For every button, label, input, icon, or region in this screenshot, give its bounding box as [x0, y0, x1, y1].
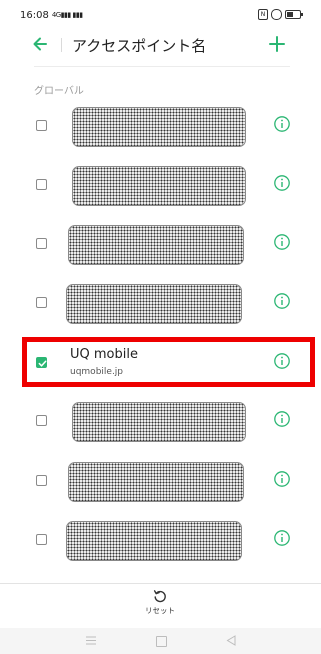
header-divider — [61, 38, 62, 52]
apn-checkbox[interactable] — [36, 415, 47, 426]
apn-checkbox[interactable] — [36, 179, 47, 190]
info-icon[interactable] — [273, 174, 291, 192]
redacted-apn-name — [72, 107, 246, 147]
info-icon[interactable] — [273, 529, 291, 547]
signal-icon: 4G▮▮▮ ▮▮▮ — [51, 11, 83, 19]
apn-row[interactable] — [22, 222, 312, 268]
page-title: アクセスポイント名 — [72, 37, 207, 55]
apn-checkbox[interactable] — [36, 534, 47, 545]
redacted-apn-name — [66, 284, 242, 324]
reset-icon — [153, 590, 166, 603]
apn-row[interactable] — [22, 104, 312, 150]
nav-back-icon[interactable] — [226, 635, 236, 646]
battery-icon — [285, 10, 303, 19]
redacted-apn-name — [72, 402, 246, 442]
apn-checkbox[interactable] — [36, 238, 47, 249]
info-icon[interactable] — [273, 292, 291, 310]
apn-row[interactable] — [22, 459, 312, 505]
info-icon[interactable] — [273, 233, 291, 251]
apn-row[interactable] — [22, 399, 312, 445]
app-header: アクセスポイント名 — [0, 28, 321, 66]
status-right: N — [258, 9, 303, 20]
home-icon[interactable] — [156, 636, 167, 647]
highlight-box — [22, 337, 315, 387]
info-icon[interactable] — [273, 410, 291, 428]
redacted-apn-name — [72, 166, 246, 206]
reset-label: リセット — [145, 606, 175, 615]
apn-checkbox[interactable] — [36, 475, 47, 486]
arrow-left-icon[interactable] — [30, 34, 50, 54]
redacted-apn-name — [68, 225, 244, 265]
apn-checkbox[interactable] — [36, 120, 47, 131]
nfc-icon: N — [258, 9, 268, 20]
apn-checkbox[interactable] — [36, 297, 47, 308]
status-left: 16:08 4G▮▮▮ ▮▮▮ — [20, 10, 83, 21]
apn-row[interactable] — [22, 163, 312, 209]
system-nav-bar — [0, 628, 321, 654]
plus-icon[interactable] — [267, 34, 287, 54]
status-time: 16:08 — [20, 10, 49, 21]
menu-icon[interactable] — [86, 636, 96, 645]
bottom-divider — [0, 583, 321, 584]
reset-button[interactable]: リセット — [130, 588, 190, 622]
vibrate-icon — [271, 9, 282, 20]
header-divider-line — [34, 66, 290, 67]
status-bar: 16:08 4G▮▮▮ ▮▮▮ N — [0, 0, 321, 28]
redacted-apn-name — [66, 521, 242, 561]
apn-row[interactable] — [22, 518, 312, 564]
apn-row[interactable] — [22, 281, 312, 327]
info-icon[interactable] — [273, 470, 291, 488]
redacted-apn-name — [68, 462, 244, 502]
section-label-global: グローバル — [34, 86, 84, 97]
info-icon[interactable] — [273, 115, 291, 133]
